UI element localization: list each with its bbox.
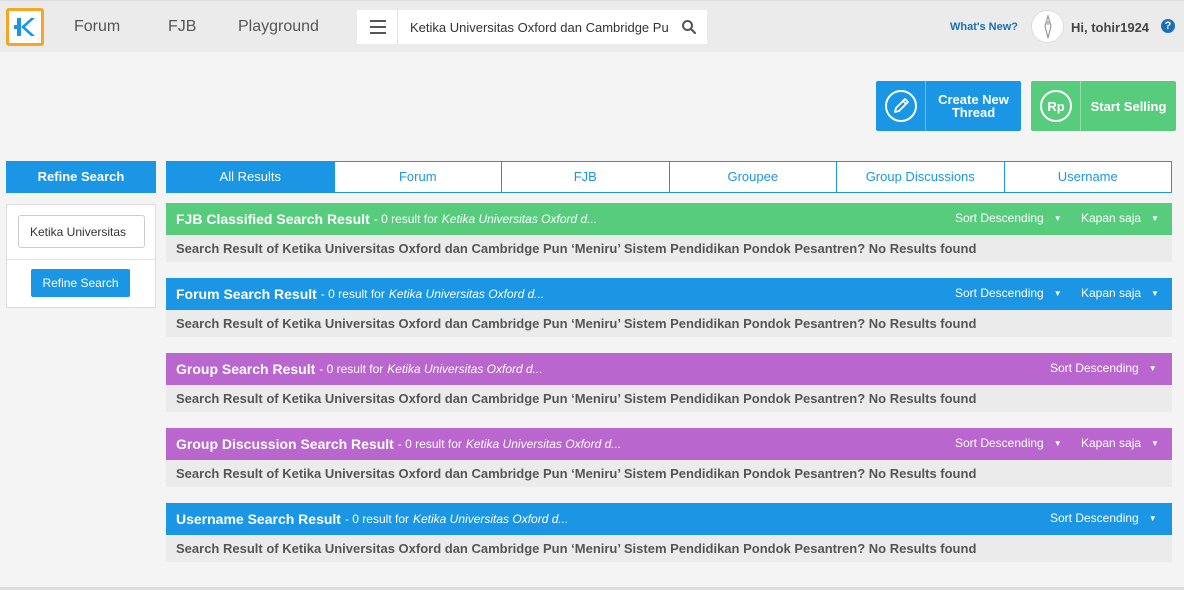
- sort-label: Sort Descending: [1050, 361, 1139, 375]
- result-title: Forum Search Result: [176, 286, 317, 302]
- nav-fjb[interactable]: FJB: [168, 18, 196, 36]
- result-query: Ketika Universitas Oxford d...: [465, 437, 622, 451]
- menu-icon[interactable]: [370, 20, 386, 34]
- create-new-thread-button[interactable]: Create New Thread: [876, 81, 1021, 131]
- refine-search-panel: Refine Search: [6, 204, 156, 308]
- k-logo-icon: [14, 18, 35, 36]
- result-message: Search Result of Ketika Universitas Oxfo…: [166, 460, 1172, 487]
- result-meta: - 0 result for: [373, 212, 438, 226]
- time-dropdown[interactable]: Kapan saja ▼: [1081, 211, 1159, 225]
- nav-forum[interactable]: Forum: [74, 18, 120, 36]
- result-header: FJB Classified Search Result - 0 result …: [166, 203, 1172, 235]
- sort-label: Sort Descending: [955, 436, 1044, 450]
- chevron-down-icon: ▼: [1151, 214, 1159, 224]
- result-message: Search Result of Ketika Universitas Oxfo…: [166, 385, 1172, 412]
- sort-label: Sort Descending: [955, 211, 1044, 225]
- chevron-down-icon: ▼: [1053, 214, 1062, 224]
- tab-group-discussions[interactable]: Group Discussions: [836, 162, 1004, 192]
- chevron-down-icon: ▼: [1151, 439, 1159, 449]
- result-query: Ketika Universitas Oxford d...: [413, 512, 569, 526]
- result-title: Username Search Result: [176, 511, 341, 527]
- result-meta: - 0 result for: [344, 512, 409, 526]
- search-icon[interactable]: [681, 19, 697, 35]
- result-query: Ketika Universitas Oxford d...: [388, 287, 545, 301]
- time-dropdown[interactable]: Kapan saja ▼: [1081, 436, 1159, 450]
- refine-divider: [7, 259, 155, 260]
- tab-all-results[interactable]: All Results: [167, 162, 334, 192]
- help-icon[interactable]: ?: [1161, 19, 1175, 33]
- result-tabs: All Results Forum FJB Groupee Group Disc…: [166, 161, 1172, 193]
- result-title: Group Search Result: [176, 361, 316, 377]
- start-selling-label: Start Selling: [1090, 98, 1167, 114]
- tab-username[interactable]: Username: [1003, 162, 1172, 192]
- user-greeting[interactable]: Hi, tohir1924: [1071, 20, 1149, 35]
- fjb-result-section: FJB Classified Search Result - 0 result …: [166, 203, 1172, 262]
- group-discussion-result-section: Group Discussion Search Result - 0 resul…: [166, 428, 1172, 487]
- chevron-down-icon: ▼: [1053, 439, 1062, 449]
- result-meta: - 0 result for: [320, 287, 385, 301]
- search-bar: [357, 10, 707, 44]
- result-title: Group Discussion Search Result: [176, 436, 394, 452]
- chevron-down-icon: ▼: [1053, 289, 1062, 299]
- user-avatar-icon: [1043, 13, 1052, 38]
- avatar[interactable]: [1031, 10, 1064, 43]
- result-message: Search Result of Ketika Universitas Oxfo…: [166, 535, 1172, 562]
- search-input[interactable]: [398, 10, 668, 44]
- result-header: Group Discussion Search Result - 0 resul…: [166, 428, 1172, 460]
- result-meta: - 0 result for: [397, 437, 462, 451]
- sort-label: Sort Descending: [1050, 511, 1139, 525]
- time-dropdown[interactable]: Kapan saja ▼: [1081, 286, 1159, 300]
- tab-fjb[interactable]: FJB: [501, 162, 669, 192]
- sort-dropdown[interactable]: Sort Descending ▼: [955, 211, 1062, 225]
- time-label: Kapan saja: [1081, 211, 1142, 225]
- sort-dropdown[interactable]: Sort Descending ▼: [955, 286, 1062, 300]
- result-header: Group Search Result - 0 result for Ketik…: [166, 353, 1172, 385]
- sort-label: Sort Descending: [955, 286, 1044, 300]
- result-title: FJB Classified Search Result: [176, 211, 370, 227]
- create-label-line2: Thread: [951, 105, 996, 120]
- sort-dropdown[interactable]: Sort Descending ▼: [1050, 511, 1157, 525]
- username-result-section: Username Search Result - 0 result for Ke…: [166, 503, 1172, 562]
- result-meta: - 0 result for: [319, 362, 384, 376]
- time-label: Kapan saja: [1081, 286, 1142, 300]
- result-message: Search Result of Ketika Universitas Oxfo…: [166, 235, 1172, 262]
- kaskus-logo[interactable]: [6, 8, 44, 46]
- top-navbar: Forum FJB Playground What's New? Hi, toh…: [0, 0, 1184, 52]
- result-message: Search Result of Ketika Universitas Oxfo…: [166, 310, 1172, 337]
- result-header: Username Search Result - 0 result for Ke…: [166, 503, 1172, 535]
- rupiah-icon-text: Rp: [1047, 99, 1064, 114]
- sort-dropdown[interactable]: Sort Descending ▼: [955, 436, 1062, 450]
- refine-search-title: Refine Search: [6, 161, 156, 193]
- create-thread-label: Create New Thread: [926, 93, 1021, 119]
- chevron-down-icon: ▼: [1151, 289, 1159, 299]
- sort-dropdown[interactable]: Sort Descending ▼: [1050, 361, 1157, 375]
- whats-new-link[interactable]: What's New?: [950, 21, 1018, 33]
- result-query: Ketika Universitas Oxford d...: [387, 362, 543, 376]
- rupiah-icon: Rp: [1031, 81, 1081, 131]
- time-label: Kapan saja: [1081, 436, 1142, 450]
- pencil-icon: [876, 81, 926, 131]
- refine-search-button[interactable]: Refine Search: [31, 269, 130, 297]
- nav-playground[interactable]: Playground: [238, 18, 319, 36]
- chevron-down-icon: ▼: [1148, 364, 1157, 374]
- tab-forum[interactable]: Forum: [333, 162, 502, 192]
- result-header: Forum Search Result - 0 result for Ketik…: [166, 278, 1172, 310]
- chevron-down-icon: ▼: [1148, 514, 1157, 524]
- start-selling-button[interactable]: Rp Start Selling: [1031, 81, 1176, 131]
- refine-search-input[interactable]: [18, 215, 145, 248]
- result-query: Ketika Universitas Oxford d...: [441, 212, 598, 226]
- forum-result-section: Forum Search Result - 0 result for Ketik…: [166, 278, 1172, 337]
- tab-groupee[interactable]: Groupee: [668, 162, 837, 192]
- group-result-section: Group Search Result - 0 result for Ketik…: [166, 353, 1172, 412]
